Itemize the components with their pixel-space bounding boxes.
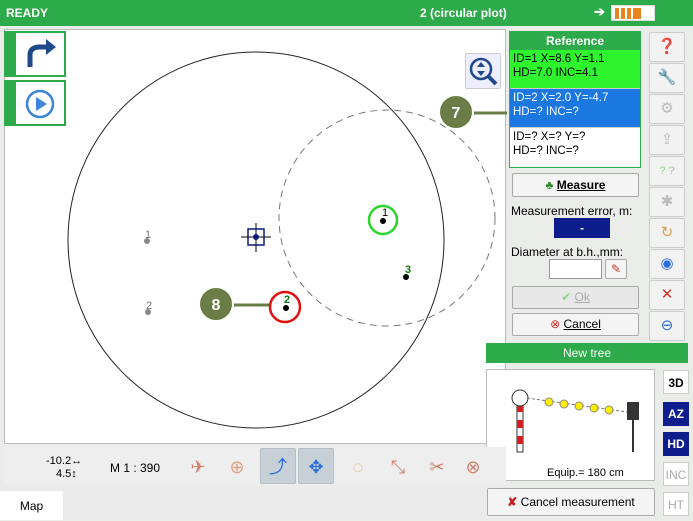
tool-move-icon[interactable]: ⤡ (380, 448, 416, 484)
status-text: READY (6, 6, 49, 20)
zoom-icon (469, 57, 498, 86)
battery-icon (611, 5, 655, 21)
cancel-x-icon: ✘ (507, 495, 518, 509)
coord-y-readout: 4.5↕ (56, 468, 77, 480)
equipment-height-label: Equip.= 180 cm (547, 467, 624, 479)
reference-panel: Reference ID=1 X=8.6 Y=1.1 HD=7.0 INC=4.… (509, 31, 641, 168)
coord-x-readout: -10.2↔ (46, 455, 83, 467)
point-label: 1 (382, 207, 389, 219)
plot-center-crosshair-icon (241, 223, 271, 252)
play-icon (25, 89, 55, 119)
point-label: 1 (145, 229, 152, 241)
settings-gear-icon[interactable]: ⚙ (649, 94, 685, 124)
reference-row[interactable]: ID=? X=? Y=? HD=? INC=? (510, 128, 640, 167)
delete-icon[interactable]: ⊗ (458, 448, 488, 484)
redo-arrow-icon (27, 39, 56, 67)
mode-az-button[interactable]: AZ (663, 402, 689, 426)
mode-hd-button[interactable]: HD (663, 432, 689, 456)
new-tree-header: New tree (486, 343, 688, 363)
mode-ht-button[interactable]: HT (663, 492, 689, 516)
arrow-right-icon: ➔ (594, 4, 605, 19)
help-icon[interactable]: ❓ (649, 32, 685, 62)
measurement-setup-illustration (511, 389, 639, 453)
tab-map[interactable]: Map (0, 488, 63, 520)
measurement-error-label: Measurement error, m: (511, 204, 633, 218)
reference-title: Reference (510, 32, 640, 50)
wrench-icon[interactable]: ✎ (605, 259, 627, 279)
measurement-error-value: - (554, 218, 610, 238)
zoom-in-button[interactable] (465, 53, 501, 89)
diameter-label: Diameter at b.h.,mm: (511, 245, 624, 259)
zoom-out-icon[interactable]: ⊖ (649, 311, 685, 341)
point-label: 2 (284, 294, 291, 306)
point-label: 2 (146, 300, 153, 312)
title-bar: READY 2 (circular plot) ➔ (0, 0, 693, 26)
circular-plot-map[interactable]: 1 2 1 2 3 (4, 29, 507, 444)
scissors-icon[interactable]: ✂ (419, 448, 455, 484)
upload-icon[interactable]: ⇪ (649, 125, 685, 155)
tool-link-icon[interactable]: ⤴ (260, 448, 296, 484)
shrink-arrows-icon[interactable]: ✕ (649, 280, 685, 310)
play-button[interactable] (4, 80, 66, 126)
diameter-input[interactable] (549, 259, 602, 279)
wrench-icon[interactable]: 🔧 (649, 63, 685, 93)
sparkle-icon[interactable]: ✱ (649, 187, 685, 217)
redo-button[interactable] (4, 31, 66, 77)
query-help-icon[interactable]: ? ? (649, 156, 685, 186)
satellite-icon[interactable]: ✈ (180, 448, 216, 484)
mode-inc-button[interactable]: INC (663, 462, 689, 486)
cancel-x-icon: ⊗ (550, 317, 561, 331)
globe-icon[interactable]: ◉ (649, 249, 685, 279)
tab-bar (0, 488, 486, 520)
measure-button[interactable]: ♣ Measure (512, 173, 639, 197)
point-label: 3 (405, 264, 412, 276)
map-scale: M 1 : 390 (110, 461, 161, 475)
plot-name: 2 (circular plot) (420, 6, 507, 20)
reference-row[interactable]: ID=1 X=8.6 Y=1.1 HD=7.0 INC=4.1 (510, 50, 640, 89)
mode-3d-button[interactable]: 3D (663, 370, 689, 394)
callout-marker: 7 (438, 94, 474, 130)
ok-button[interactable]: ✔ Ok (512, 286, 639, 309)
reference-row-selected[interactable]: ID=2 X=2.0 Y=-4.7 HD=? INC=? (510, 89, 640, 128)
cancel-button[interactable]: ⊗ Cancel (512, 313, 639, 336)
target-icon[interactable]: ⊕ (219, 448, 255, 484)
tool-area-icon[interactable]: ◌ (340, 448, 376, 484)
new-tree-illustration: Equip.= 180 cm (486, 369, 655, 481)
tool-select-icon[interactable]: ✥ (298, 448, 334, 484)
rotate-icon[interactable]: ↻ (649, 218, 685, 248)
check-icon: ✔ (561, 290, 572, 304)
callout-marker: 8 (198, 286, 234, 322)
cancel-measurement-button[interactable]: ✘ Cancel measurement (487, 488, 655, 516)
tree-measure-icon: ♣ (545, 178, 554, 192)
